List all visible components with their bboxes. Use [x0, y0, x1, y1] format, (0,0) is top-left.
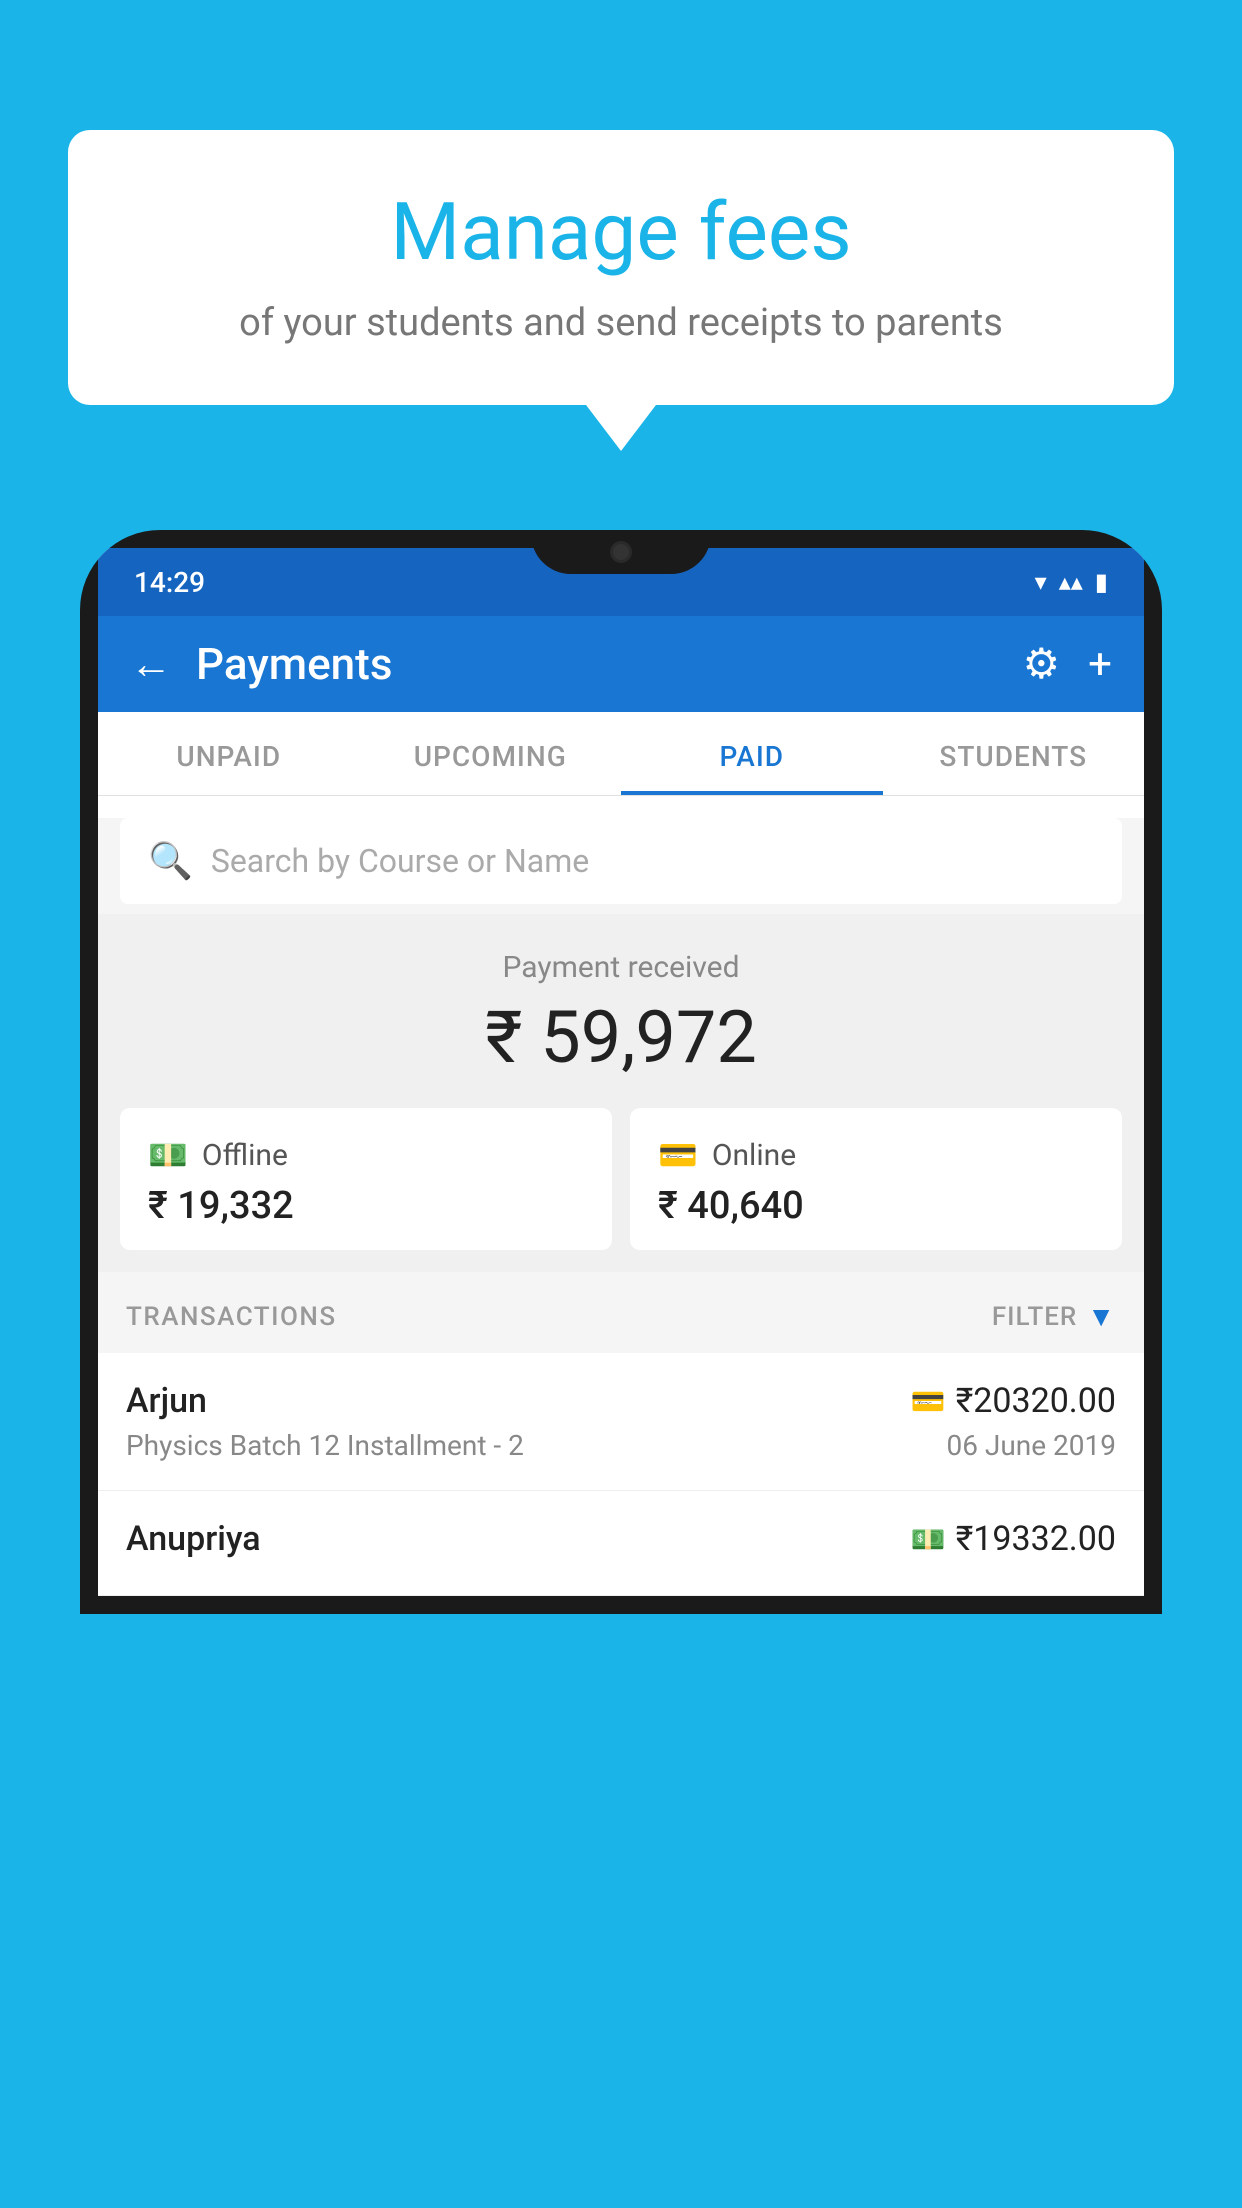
transaction-amount-wrapper: 💳 ₹20320.00 [911, 1381, 1116, 1421]
online-card-top: 💳 Online [658, 1136, 1094, 1174]
online-icon: 💳 [658, 1136, 698, 1174]
wifi-icon: ▾ [1035, 568, 1047, 596]
phone-outer: 14:29 ▾ ▴▴ ▮ ← Payments ⚙ + UNPAID [80, 530, 1162, 1614]
notch [531, 530, 711, 574]
speech-bubble-title: Manage fees [128, 185, 1114, 279]
header-icons: ⚙ + [1023, 639, 1113, 689]
tab-upcoming[interactable]: UPCOMING [360, 712, 622, 795]
settings-icon[interactable]: ⚙ [1023, 639, 1061, 689]
add-icon[interactable]: + [1088, 640, 1112, 689]
tab-unpaid[interactable]: UNPAID [98, 712, 360, 795]
online-label: Online [712, 1138, 796, 1173]
speech-bubble: Manage fees of your students and send re… [68, 130, 1174, 405]
search-icon: 🔍 [148, 840, 193, 882]
search-bar[interactable]: 🔍 Search by Course or Name [120, 818, 1122, 904]
header-title: Payments [196, 638, 1023, 690]
transactions-label: TRANSACTIONS [126, 1302, 337, 1332]
offline-card-top: 💵 Offline [148, 1136, 584, 1174]
transaction-amount-wrapper: 💵 ₹19332.00 [911, 1519, 1116, 1559]
transaction-cash-icon: 💵 [911, 1523, 946, 1556]
offline-card: 💵 Offline ₹ 19,332 [120, 1108, 612, 1250]
transaction-top: Anupriya 💵 ₹19332.00 [126, 1519, 1116, 1559]
filter-button[interactable]: FILTER ▼ [992, 1300, 1116, 1333]
transaction-name: Anupriya [126, 1519, 261, 1559]
offline-amount: ₹ 19,332 [148, 1184, 584, 1228]
payment-received-section: Payment received ₹ 59,972 [98, 914, 1144, 1108]
transactions-header: TRANSACTIONS FILTER ▼ [98, 1272, 1144, 1353]
battery-icon: ▮ [1095, 568, 1108, 596]
transaction-amount: ₹20320.00 [956, 1381, 1116, 1421]
transaction-date: 06 June 2019 [946, 1429, 1116, 1462]
transaction-row[interactable]: Arjun 💳 ₹20320.00 Physics Batch 12 Insta… [98, 1353, 1144, 1491]
status-time: 14:29 [134, 566, 205, 599]
phone: 14:29 ▾ ▴▴ ▮ ← Payments ⚙ + UNPAID [80, 530, 1162, 2208]
screen-content: 🔍 Search by Course or Name Payment recei… [98, 818, 1144, 1596]
back-button[interactable]: ← [130, 640, 172, 689]
tab-paid[interactable]: PAID [621, 712, 883, 795]
speech-bubble-container: Manage fees of your students and send re… [68, 130, 1174, 405]
online-card: 💳 Online ₹ 40,640 [630, 1108, 1122, 1250]
transaction-top: Arjun 💳 ₹20320.00 [126, 1381, 1116, 1421]
online-amount: ₹ 40,640 [658, 1184, 1094, 1228]
app-header: ← Payments ⚙ + [98, 616, 1144, 712]
offline-label: Offline [202, 1138, 288, 1173]
search-placeholder: Search by Course or Name [211, 842, 589, 880]
transaction-name: Arjun [126, 1381, 207, 1421]
phone-screen: 14:29 ▾ ▴▴ ▮ ← Payments ⚙ + UNPAID [98, 548, 1144, 1596]
payment-received-label: Payment received [98, 950, 1144, 985]
signal-icon: ▴▴ [1059, 568, 1083, 596]
filter-label: FILTER [992, 1302, 1077, 1332]
transaction-card-icon: 💳 [911, 1385, 946, 1418]
transaction-course: Physics Batch 12 Installment - 2 [126, 1429, 524, 1462]
tab-students[interactable]: STUDENTS [883, 712, 1145, 795]
payment-cards: 💵 Offline ₹ 19,332 💳 Online ₹ 40,640 [98, 1108, 1144, 1272]
offline-icon: 💵 [148, 1136, 188, 1174]
payment-received-amount: ₹ 59,972 [98, 995, 1144, 1080]
transaction-row[interactable]: Anupriya 💵 ₹19332.00 [98, 1491, 1144, 1596]
transaction-amount: ₹19332.00 [956, 1519, 1116, 1559]
filter-icon: ▼ [1087, 1300, 1116, 1333]
camera [610, 541, 632, 563]
speech-bubble-subtitle: of your students and send receipts to pa… [128, 301, 1114, 345]
tabs-container: UNPAID UPCOMING PAID STUDENTS [98, 712, 1144, 796]
status-icons: ▾ ▴▴ ▮ [1035, 568, 1108, 596]
transaction-bottom: Physics Batch 12 Installment - 2 06 June… [126, 1429, 1116, 1462]
